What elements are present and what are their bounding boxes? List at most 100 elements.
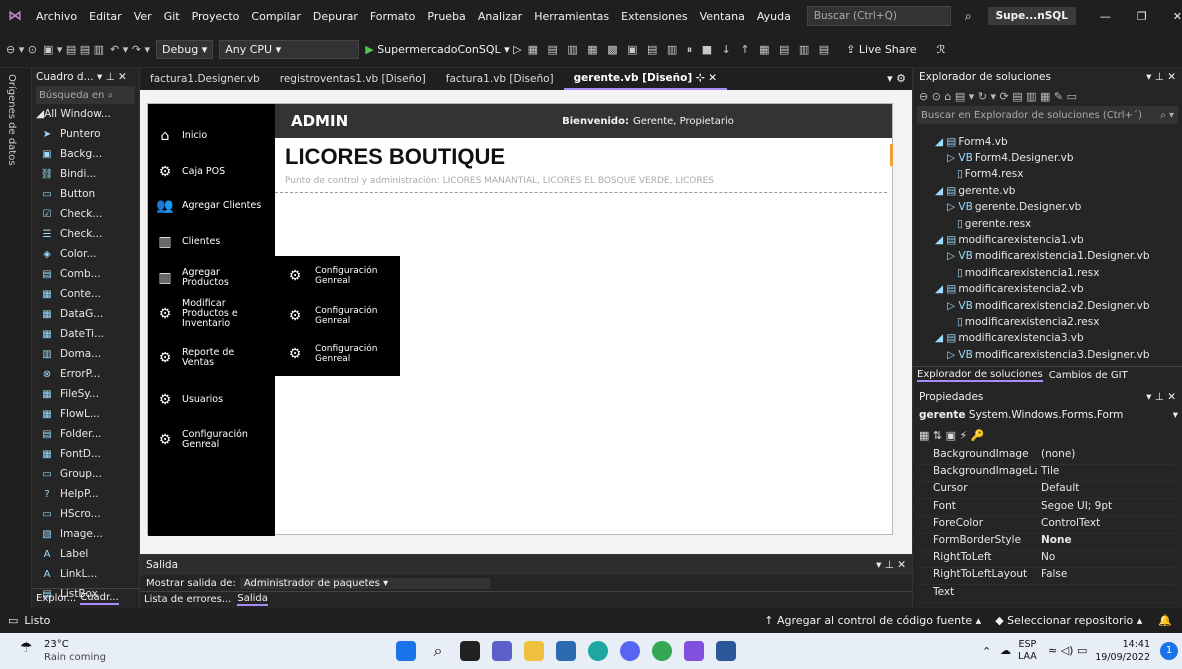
solution-tree-item[interactable]: ▷ VB gerente.Designer.vb bbox=[947, 199, 1081, 216]
property-row[interactable]: Cursor Default bbox=[919, 482, 1175, 500]
property-value[interactable] bbox=[1037, 586, 1175, 602]
task-view-icon[interactable] bbox=[460, 641, 480, 661]
property-value[interactable]: ControlText bbox=[1037, 517, 1175, 533]
tab-error-list[interactable]: Lista de errores... bbox=[144, 594, 231, 605]
toolbox-item[interactable]: ☰ Check... bbox=[32, 224, 139, 244]
notifications-icon[interactable]: 🔔 bbox=[1158, 614, 1172, 627]
solution-tree-item[interactable]: ▯ gerente.resx bbox=[957, 215, 1031, 232]
toolbox-item[interactable]: ⊗ ErrorP... bbox=[32, 364, 139, 384]
properties-controls-icon[interactable]: ▾ ⊥ ✕ bbox=[1146, 391, 1182, 403]
property-row[interactable]: FormBorderStyle None bbox=[919, 534, 1175, 551]
submenu-item[interactable]: ⚙ Configuración Genreal bbox=[275, 340, 400, 368]
side-menu-item[interactable]: ⚙ Modificar Productos e Inventario bbox=[148, 299, 275, 329]
menu-ventana[interactable]: Ventana bbox=[694, 10, 751, 23]
language-indicator[interactable]: ESP LAA bbox=[1018, 639, 1037, 663]
onedrive-icon[interactable]: ☁ bbox=[1000, 644, 1011, 657]
tab-explorer[interactable]: Explor... bbox=[36, 593, 76, 604]
add-source-control[interactable]: ↑ Agregar al control de código fuente ▴ bbox=[764, 614, 981, 627]
properties-toolbar-icons[interactable]: ▦ ⇅ ▣ ⚡ 🔑 bbox=[913, 424, 1182, 446]
toolbox-item[interactable]: ▦ Conte... bbox=[32, 284, 139, 304]
toolbox-item[interactable]: ▣ Backg... bbox=[32, 144, 139, 164]
maximize-icon[interactable]: ❐ bbox=[1137, 10, 1147, 23]
notification-badge[interactable]: 1 bbox=[1160, 642, 1178, 660]
live-share-button[interactable]: ⇪ Live Share bbox=[846, 43, 916, 56]
network-volume-battery-icons[interactable]: ≈ ◁) ▭ bbox=[1048, 644, 1087, 657]
toolbox-item[interactable]: ▧ Image... bbox=[32, 524, 139, 544]
solution-tree-item[interactable]: ◢ ▤ gerente.vb bbox=[935, 182, 1015, 199]
chrome-icon[interactable] bbox=[652, 641, 672, 661]
solution-tree-item[interactable]: ◢ ▤ modificarexistencia2.vb bbox=[935, 281, 1084, 298]
property-row[interactable]: Font Segoe UI; 9pt bbox=[919, 500, 1175, 517]
property-value[interactable]: Default bbox=[1037, 482, 1175, 498]
toolbox-item[interactable]: ☑ Check... bbox=[32, 204, 139, 224]
toolbox-item[interactable]: A Label bbox=[32, 544, 139, 564]
toolbox-item[interactable]: ▦ FontD... bbox=[32, 444, 139, 464]
tray-chevron-icon[interactable]: ⌃ bbox=[982, 645, 991, 658]
discord-icon[interactable] bbox=[620, 641, 640, 661]
start-icon[interactable] bbox=[396, 641, 416, 661]
solution-tree-item[interactable]: ▷ VB Form4.Designer.vb bbox=[947, 149, 1074, 166]
toolbox-item[interactable]: ▤ Folder... bbox=[32, 424, 139, 444]
tab-solution-explorer[interactable]: Explorador de soluciones bbox=[917, 369, 1043, 382]
solution-tree-item[interactable]: ▯ modificarexistencia1.resx bbox=[957, 264, 1099, 281]
config-dropdown[interactable]: Debug ▾ bbox=[156, 40, 214, 59]
menu-formato[interactable]: Formato bbox=[364, 10, 422, 23]
output-source-dropdown[interactable]: Administrador de paquetes ▾ bbox=[239, 577, 490, 589]
toolbox-item[interactable]: ▭ HScro... bbox=[32, 504, 139, 524]
solution-toolbar-icons[interactable]: ⊖ ⊙ ⌂ ▤ ▾ ↻ ▾ ⟳ ▤ ▥ ▦ ✎ ▭ bbox=[913, 86, 1182, 106]
side-menu-item[interactable]: ⚙ Usuarios bbox=[148, 386, 275, 414]
run-button[interactable]: ▶ SupermercadoConSQL ▾ ▷ bbox=[365, 43, 521, 56]
search-input[interactable]: Buscar (Ctrl+Q) bbox=[806, 6, 951, 26]
menu-git[interactable]: Git bbox=[158, 10, 186, 23]
side-menu-item[interactable]: ▥ Clientes bbox=[148, 228, 275, 256]
solution-search-input[interactable]: Buscar en Explorador de soluciones (Ctrl… bbox=[917, 106, 1178, 124]
toolbox-item[interactable]: ◈ Color... bbox=[32, 244, 139, 264]
platform-dropdown[interactable]: Any CPU ▾ bbox=[219, 40, 360, 59]
toolbox-item[interactable]: ➤ Puntero bbox=[32, 124, 139, 144]
search-icon[interactable]: ⌕ bbox=[965, 9, 972, 24]
toolbox-item[interactable]: ▤ Comb... bbox=[32, 264, 139, 284]
minimize-icon[interactable]: — bbox=[1100, 10, 1111, 23]
property-value[interactable]: None bbox=[1037, 534, 1175, 550]
property-row[interactable]: RightToLeft No bbox=[919, 551, 1175, 569]
back-icon[interactable]: ⊖ ▾ ⊙ bbox=[6, 43, 37, 56]
menu-compilar[interactable]: Compilar bbox=[245, 10, 306, 23]
toolbox-item[interactable]: ▭ Group... bbox=[32, 464, 139, 484]
toolbox-item[interactable]: ▥ Doma... bbox=[32, 344, 139, 364]
tab-overflow-icon[interactable]: ▾ ⚙ bbox=[887, 68, 912, 90]
side-menu-item[interactable]: 👥 Agregar Clientes bbox=[148, 192, 275, 220]
solution-badge[interactable]: Supe...nSQL bbox=[987, 7, 1076, 25]
weather-widget[interactable]: ☂ 23°C Rain coming bbox=[20, 638, 106, 664]
menu-analizar[interactable]: Analizar bbox=[472, 10, 528, 23]
close-icon[interactable]: ✕ bbox=[1173, 10, 1182, 23]
menu-depurar[interactable]: Depurar bbox=[307, 10, 364, 23]
toolbox-item[interactable]: ? HelpP... bbox=[32, 484, 139, 504]
toolbox-item[interactable]: ▦ DataG... bbox=[32, 304, 139, 324]
toolbar-icons[interactable]: ▦ ▤ ▥ ▦ ▩ ▣ ▤ ▥ ⏸ ■ ↓ ↑ ▦ ▤ ▥ ▤ bbox=[528, 43, 833, 57]
solution-tree-item[interactable]: ◢ ▤ Form4.vb bbox=[935, 133, 1008, 150]
property-row[interactable]: ForeColor ControlText bbox=[919, 517, 1175, 534]
gerente-form[interactable]: ⌂ Inicio ⚙ Caja POS 👥 Agregar Clientes ▥ Client… bbox=[147, 103, 893, 536]
property-row[interactable]: BackgroundImage (none) bbox=[919, 448, 1175, 465]
solution-tree-item[interactable]: ▯ modificarexistencia2.resx bbox=[957, 313, 1099, 330]
tab-gerente[interactable]: gerente.vb [Diseño] ⊹ ✕ bbox=[563, 68, 728, 90]
output-controls-icon[interactable]: ▾ ⊥ ✕ bbox=[876, 559, 912, 571]
toolbox-search-input[interactable]: Búsqueda en ⌕ bbox=[36, 86, 135, 104]
menu-archivo[interactable]: Archivo bbox=[30, 10, 83, 23]
search-taskbar-icon[interactable]: ⌕ bbox=[428, 641, 448, 661]
menu-editar[interactable]: Editar bbox=[83, 10, 128, 23]
toolbox-item[interactable]: A LinkL... bbox=[32, 564, 139, 584]
side-menu-item[interactable]: ▥ Agregar Productos bbox=[148, 264, 275, 292]
property-value[interactable]: False bbox=[1037, 568, 1175, 584]
menu-ver[interactable]: Ver bbox=[128, 10, 158, 23]
menu-proyecto[interactable]: Proyecto bbox=[186, 10, 246, 23]
vs-logo-icon[interactable]: ⋈ bbox=[0, 8, 30, 24]
undo-icon[interactable]: ↶ ▾ ↷ ▾ bbox=[110, 43, 150, 56]
store-icon[interactable] bbox=[556, 641, 576, 661]
file-explorer-icon[interactable] bbox=[524, 641, 544, 661]
side-menu-item[interactable]: ⚙ Reporte de Ventas bbox=[148, 344, 275, 372]
property-row[interactable]: BackgroundImageLayoutTile bbox=[919, 465, 1175, 483]
pin-icon[interactable]: ⊹ bbox=[696, 72, 705, 84]
submenu-item[interactable]: ⚙ Configuración Genreal bbox=[275, 262, 400, 290]
tab-output[interactable]: Salida bbox=[237, 593, 268, 606]
